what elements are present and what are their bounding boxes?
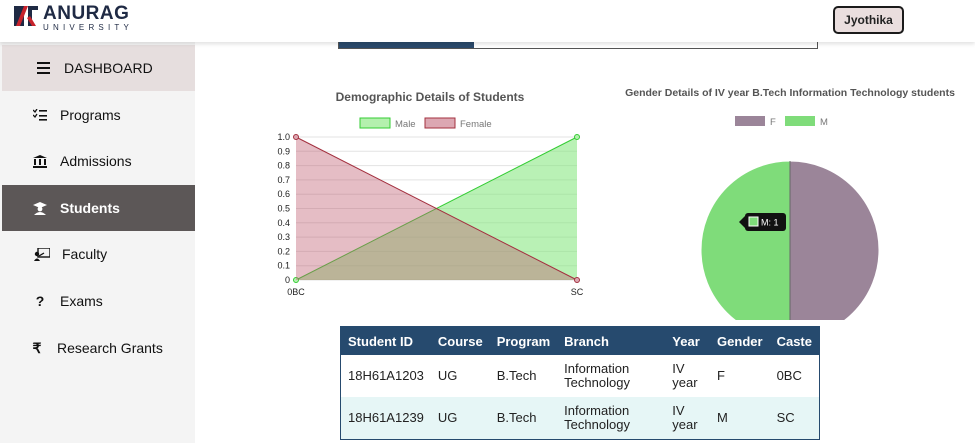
legend-swatch	[735, 116, 765, 126]
column-header[interactable]: Gender	[710, 326, 770, 355]
sidebar-item-exams[interactable]: ? Exams	[2, 278, 222, 324]
cell-student-id: 18H61A1239	[340, 397, 431, 440]
y-tick-label: 0.8	[277, 161, 290, 171]
pie-chart-title: Gender Details of IV year B.Tech Informa…	[625, 87, 955, 99]
university-logo[interactable]: ANURAG UNIVERSITY	[12, 4, 133, 32]
y-tick-label: 0.3	[277, 232, 290, 242]
cell-program: B.Tech	[496, 367, 537, 383]
list-icon	[30, 109, 50, 121]
legend-label: F	[770, 117, 776, 128]
y-tick-label: 0.7	[277, 175, 290, 185]
student-icon	[30, 201, 50, 215]
sidebar-item-label: Students	[60, 200, 120, 216]
sidebar: DASHBOARD Programs Admissions Students F…	[0, 42, 226, 443]
sidebar-item-label: Programs	[60, 107, 121, 123]
legend-label: M	[820, 117, 828, 128]
y-tick-label: 0.6	[277, 189, 290, 199]
y-tick-label: 0	[285, 275, 290, 285]
gender-pie-chart: F M M: 1	[700, 116, 880, 320]
column-header[interactable]: Student ID	[340, 326, 431, 355]
students-table: Student ID Course Program Branch Year Ge…	[340, 326, 820, 440]
legend-swatch	[359, 117, 391, 129]
data-point	[293, 134, 299, 140]
y-tick-label: 0.4	[277, 218, 290, 228]
y-tick-label: 1.0	[277, 132, 290, 142]
main-content: Demographic Details of Students 0 0.1 0.2 0…	[195, 42, 975, 443]
y-tick-label: 0.1	[277, 261, 290, 271]
sidebar-item-students[interactable]: Students	[2, 185, 222, 231]
y-tick-label: 0.9	[277, 146, 290, 156]
brand-name: ANURAG	[43, 3, 130, 24]
x-tick-label: SC	[571, 287, 584, 297]
tooltip-label: M: 1	[761, 218, 779, 228]
cell-gender: M	[710, 397, 770, 440]
cell-course: UG	[430, 397, 490, 440]
data-point	[574, 277, 580, 283]
teacher-icon	[32, 247, 52, 261]
sidebar-item-label: Admissions	[60, 153, 132, 169]
cell-branch: Information Technology	[564, 360, 630, 390]
demographic-area-chart: 0 0.1 0.2 0.3 0.4 0.5 0.6 0.7 0.8 0.9 1.0 0BC SC Male…	[277, 117, 584, 297]
pie-tooltip: M: 1	[739, 213, 786, 231]
sidebar-item-faculty[interactable]: Faculty	[2, 231, 224, 277]
sidebar-item-label: DASHBOARD	[64, 60, 153, 76]
y-tick-label: 0.2	[277, 246, 290, 256]
x-tick-label: 0BC	[287, 287, 305, 297]
menu-icon	[34, 62, 54, 74]
sidebar-item-programs[interactable]: Programs	[2, 92, 222, 138]
table-row[interactable]: 18H61A1239 UG B.Tech Information Technol…	[340, 397, 820, 440]
column-header[interactable]: Caste	[769, 326, 820, 355]
cell-year: IV year	[672, 360, 698, 390]
sidebar-item-label: Research Grants	[57, 340, 163, 356]
brand-sub: UNIVERSITY	[43, 23, 134, 32]
column-header[interactable]: Branch	[557, 326, 666, 355]
sidebar-item-label: Faculty	[62, 246, 108, 262]
table-header-row: Student ID Course Program Branch Year Ge…	[340, 326, 820, 355]
logo-mark-icon	[12, 4, 40, 28]
column-header[interactable]: Program	[489, 326, 558, 355]
cell-caste: 0BC	[776, 367, 802, 383]
legend-label: Female	[460, 119, 492, 130]
column-header[interactable]: Year	[665, 326, 711, 355]
data-point	[574, 134, 580, 140]
sidebar-item-admissions[interactable]: Admissions	[2, 138, 222, 184]
sidebar-item-dashboard[interactable]: DASHBOARD	[2, 45, 226, 91]
cell-caste: SC	[769, 397, 820, 440]
area-chart-title: Demographic Details of Students	[335, 90, 525, 104]
cell-program: B.Tech	[489, 397, 558, 440]
pie-slice-f	[789, 160, 880, 320]
pie-slice-m	[700, 160, 791, 320]
rupee-icon: ₹	[32, 339, 42, 356]
y-tick-label: 0.5	[277, 204, 290, 214]
legend-swatch	[785, 116, 815, 126]
user-button[interactable]: Jyothika	[833, 6, 904, 34]
cell-year: IV year	[665, 397, 711, 440]
progress-strip-fill	[339, 42, 474, 48]
sidebar-item-label: Exams	[60, 293, 103, 309]
question-icon: ?	[35, 293, 45, 309]
column-header[interactable]: Course	[430, 326, 490, 355]
progress-strip	[338, 42, 818, 49]
cell-student-id: 18H61A1203	[348, 367, 424, 383]
table-row[interactable]: 18H61A1203 UG B.Tech Information Technol…	[341, 355, 820, 397]
top-bar: ANURAG UNIVERSITY Jyothika	[0, 0, 975, 42]
tooltip-swatch	[748, 216, 759, 227]
cell-gender: F	[717, 367, 725, 383]
cell-course: UG	[437, 367, 458, 383]
sidebar-item-research-grants[interactable]: ₹ Research Grants	[2, 325, 219, 371]
cell-branch: Information Technology	[557, 397, 666, 440]
legend-swatch	[424, 117, 456, 129]
legend-label: Male	[395, 119, 416, 130]
institution-icon	[30, 154, 50, 168]
